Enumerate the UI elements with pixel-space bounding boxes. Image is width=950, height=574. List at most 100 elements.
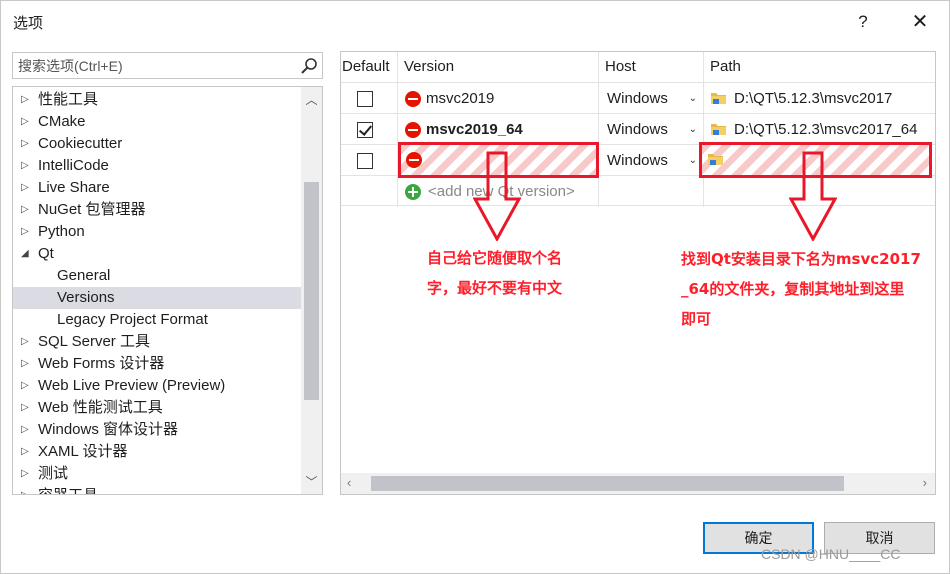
search-input[interactable] [13, 53, 293, 78]
folder-icon[interactable] [710, 122, 727, 136]
tree-scrollbar[interactable]: ︿ ﹀ [301, 87, 322, 494]
collapsed-arrow-icon[interactable]: ▷ [21, 485, 33, 494]
tree-item[interactable]: ▷ Python [13, 221, 301, 243]
add-icon[interactable] [405, 184, 421, 200]
column-header-default[interactable]: Default [341, 52, 398, 82]
grid-horizontal-scrollbar[interactable]: ‹ › [341, 473, 935, 494]
tree-item[interactable]: ▷ SQL Server 工具 [13, 331, 301, 353]
annotation-line: 字，最好不要有中文 [427, 279, 563, 297]
path-value[interactable]: D:\QT\5.12.3\msvc2017_64 [734, 114, 917, 145]
watermark: CSDN @HNU____CC [761, 546, 901, 562]
collapsed-arrow-icon[interactable]: ▷ [21, 441, 33, 463]
collapsed-arrow-icon[interactable]: ▷ [21, 375, 33, 397]
close-button[interactable]: ✕ [905, 9, 935, 35]
scroll-down-icon[interactable]: ﹀ [301, 473, 322, 490]
tree-item-label: Windows 窗体设计器 [38, 421, 179, 438]
host-select[interactable]: Windows [607, 114, 668, 145]
tree-item[interactable]: General [13, 265, 301, 287]
column-header-version[interactable]: Version [398, 52, 599, 82]
annotation-arrow-icon [473, 151, 521, 241]
tree-item-label: Web 性能测试工具 [38, 399, 163, 416]
collapsed-arrow-icon[interactable]: ▷ [21, 221, 33, 243]
help-button[interactable]: ? [849, 9, 877, 35]
scroll-thumb[interactable] [304, 182, 319, 400]
tree-item[interactable]: ▷ 容器工具 [13, 485, 301, 494]
tree-item[interactable]: ▷ Web 性能测试工具 [13, 397, 301, 419]
tree-item[interactable]: ▷ XAML 设计器 [13, 441, 301, 463]
tree-item[interactable]: Versions [13, 287, 301, 309]
scroll-up-icon[interactable]: ︿ [301, 91, 322, 108]
remove-version-icon [406, 152, 422, 168]
tree-item[interactable]: ◢ Qt [13, 243, 301, 265]
remove-version-icon[interactable] [405, 91, 421, 107]
dialog-title: 选项 [13, 15, 44, 32]
chevron-down-icon[interactable]: ⌄ [689, 145, 697, 176]
collapsed-arrow-icon[interactable]: ▷ [21, 397, 33, 419]
tree-item[interactable]: ▷ Cookiecutter [13, 133, 301, 155]
collapsed-arrow-icon[interactable]: ▷ [21, 155, 33, 177]
chevron-down-icon[interactable]: ⌄ [689, 114, 697, 145]
version-name[interactable]: msvc2019 [426, 83, 494, 114]
tree-item[interactable]: ▷ Live Share [13, 177, 301, 199]
version-row[interactable]: msvc2019 Windows ⌄ D:\QT\5.12.3\msvc2017 [341, 82, 935, 114]
collapsed-arrow-icon[interactable]: ▷ [21, 89, 33, 111]
tree-item-label: Versions [57, 289, 115, 306]
version-row[interactable]: msvc2019_64 Windows ⌄ D:\QT\5.12.3\msvc2… [341, 113, 935, 145]
tree-item[interactable]: ▷ NuGet 包管理器 [13, 199, 301, 221]
expanded-arrow-icon[interactable]: ◢ [21, 243, 33, 265]
remove-version-icon[interactable] [405, 122, 421, 138]
tree-item-label: 性能工具 [38, 91, 99, 108]
tree-item-label: 容器工具 [38, 485, 98, 494]
tree-item-label: Qt [38, 245, 54, 262]
search-icon[interactable] [300, 57, 318, 75]
host-select[interactable]: Windows [607, 145, 668, 176]
tree-item-label: Live Share [38, 179, 110, 196]
scroll-thumb[interactable] [371, 476, 844, 491]
chevron-down-icon[interactable]: ⌄ [689, 83, 697, 114]
collapsed-arrow-icon[interactable]: ▷ [21, 331, 33, 353]
tree-item[interactable]: ▷ 性能工具 [13, 89, 301, 111]
collapsed-arrow-icon[interactable]: ▷ [21, 111, 33, 133]
add-version-row[interactable]: <add new Qt version> [341, 175, 935, 207]
column-header-host[interactable]: Host [599, 52, 704, 82]
default-checkbox[interactable] [357, 122, 373, 138]
scroll-left-icon[interactable]: ‹ [347, 475, 351, 490]
search-box [12, 52, 323, 79]
tree-item-label: General [57, 267, 111, 284]
tree-item[interactable]: ▷ IntelliCode [13, 155, 301, 177]
collapsed-arrow-icon[interactable]: ▷ [21, 353, 33, 375]
annotation-arrow-icon [789, 151, 837, 241]
tree-item-label: XAML 设计器 [38, 443, 128, 460]
folder-icon[interactable] [710, 91, 727, 105]
default-checkbox[interactable] [357, 91, 373, 107]
annotation-line: 自己给它随便取个名 [427, 249, 563, 267]
tree-item-label: CMake [38, 113, 86, 130]
column-header-path[interactable]: Path [704, 52, 935, 82]
host-select[interactable]: Windows [607, 83, 668, 114]
collapsed-arrow-icon[interactable]: ▷ [21, 177, 33, 199]
tree-item-label: IntelliCode [38, 157, 109, 174]
tree-item-label: 测试 [38, 465, 69, 482]
title-bar: 选项 ? ✕ [1, 1, 949, 41]
collapsed-arrow-icon[interactable]: ▷ [21, 199, 33, 221]
path-value[interactable]: D:\QT\5.12.3\msvc2017 [734, 83, 892, 114]
version-name[interactable]: msvc2019_64 [426, 114, 523, 145]
collapsed-arrow-icon[interactable]: ▷ [21, 419, 33, 441]
tree-item[interactable]: ▷ Windows 窗体设计器 [13, 419, 301, 441]
collapsed-arrow-icon[interactable]: ▷ [21, 133, 33, 155]
tree-item[interactable]: ▷ Web Forms 设计器 [13, 353, 301, 375]
scroll-right-icon[interactable]: › [923, 475, 927, 490]
annotation-line: 即可 [681, 310, 712, 328]
tree-item-label: Web Live Preview (Preview) [38, 377, 226, 394]
default-checkbox[interactable] [357, 153, 373, 169]
tree-item-label: Cookiecutter [38, 135, 123, 152]
tree-item[interactable]: ▷ Web Live Preview (Preview) [13, 375, 301, 397]
options-tree: ▷ 性能工具 ▷ CMake ▷ Cookiecutter ▷ IntelliCode ▷ Liv… [12, 86, 323, 495]
tree-item[interactable]: Legacy Project Format [13, 309, 301, 331]
tree-item-label: Legacy Project Format [57, 311, 208, 328]
tree-item[interactable]: ▷ CMake [13, 111, 301, 133]
collapsed-arrow-icon[interactable]: ▷ [21, 463, 33, 485]
tree-list: ▷ 性能工具 ▷ CMake ▷ Cookiecutter ▷ IntelliCode ▷ Liv… [13, 89, 301, 494]
tree-item[interactable]: ▷ 测试 [13, 463, 301, 485]
annotation-line: _64的文件夹，复制其地址到这里 [681, 280, 905, 298]
